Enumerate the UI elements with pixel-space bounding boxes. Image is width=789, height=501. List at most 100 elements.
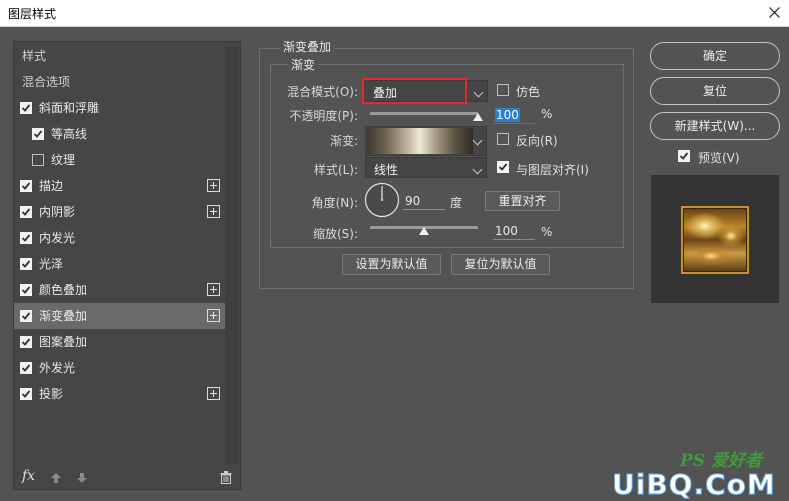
style-item-checkbox[interactable] — [32, 128, 44, 140]
style-item-checkbox[interactable] — [20, 336, 32, 348]
align-with-layer-checkbox[interactable] — [497, 161, 509, 173]
style-value: 线性 — [374, 163, 399, 177]
style-item-checkbox[interactable] — [20, 388, 32, 400]
style-item-checkbox[interactable] — [20, 310, 32, 322]
add-effect-icon[interactable] — [207, 309, 220, 322]
scale-input[interactable]: 100 — [493, 222, 535, 240]
move-up-icon[interactable] — [50, 472, 62, 484]
style-item-label: 外发光 — [39, 361, 76, 375]
preview-checkbox[interactable] — [678, 150, 690, 162]
list-bottom-toolbar: fx — [14, 466, 240, 488]
checkmark-icon — [21, 208, 31, 216]
reset-button[interactable]: 复位 — [650, 77, 780, 105]
checkmark-icon — [21, 104, 31, 112]
gradient-subgroup-title: 渐变 — [288, 56, 319, 73]
style-item-checkbox[interactable] — [20, 284, 32, 296]
style-item[interactable]: 纹理 — [14, 147, 225, 173]
checkmark-icon — [21, 286, 31, 294]
style-item-label: 渐变叠加 — [39, 309, 88, 323]
style-item-checkbox[interactable] — [20, 102, 32, 114]
style-item[interactable]: 斜面和浮雕 — [14, 95, 225, 121]
reset-default-button[interactable]: 复位为默认值 — [451, 254, 550, 275]
gradient-overlay-title: 渐变叠加 — [280, 38, 335, 55]
checkmark-icon — [21, 338, 31, 346]
ok-button[interactable]: 确定 — [650, 42, 780, 70]
checkmark-icon — [33, 130, 43, 138]
scale-value: 100 — [495, 224, 518, 238]
section-blend-label: 混合选项 — [22, 75, 71, 89]
new-style-button[interactable]: 新建样式(W)... — [650, 112, 780, 140]
style-item[interactable]: 内发光 — [14, 225, 225, 251]
opacity-slider-track[interactable] — [370, 112, 478, 115]
checkmark-icon — [21, 182, 31, 190]
style-item-label: 斜面和浮雕 — [39, 101, 100, 115]
style-item[interactable]: 内阴影 — [14, 199, 225, 225]
opacity-unit: % — [541, 107, 553, 121]
style-item-checkbox[interactable] — [32, 154, 44, 166]
angle-label: 角度(N): — [311, 196, 358, 210]
add-effect-icon[interactable] — [207, 387, 220, 400]
style-select[interactable]: 线性 — [365, 157, 487, 178]
opacity-value: 100 — [495, 108, 520, 122]
trash-icon[interactable] — [220, 471, 232, 484]
style-item[interactable]: 描边 — [14, 173, 225, 199]
preview-thumbnail — [681, 206, 749, 274]
close-button[interactable] — [760, 0, 789, 26]
watermark-bottom: UiBQ.CoM — [612, 468, 776, 501]
preview-label: 预览(V) — [698, 151, 740, 165]
style-label: 样式(L): — [313, 163, 358, 177]
section-styles-label: 样式 — [22, 49, 47, 63]
style-item-checkbox[interactable] — [20, 232, 32, 244]
opacity-label: 不透明度(P): — [289, 109, 358, 123]
dither-label: 仿色 — [516, 85, 541, 99]
reverse-checkbox[interactable] — [497, 133, 509, 145]
section-blending-options[interactable]: 混合选项 — [14, 69, 225, 95]
opacity-input[interactable]: 100 — [493, 106, 535, 124]
style-item-label: 颜色叠加 — [39, 283, 88, 297]
angle-dial[interactable] — [364, 182, 400, 218]
add-effect-icon[interactable] — [207, 205, 220, 218]
style-item-checkbox[interactable] — [20, 362, 32, 374]
style-item[interactable]: 颜色叠加 — [14, 277, 225, 303]
add-effect-icon[interactable] — [207, 283, 220, 296]
checkmark-icon — [21, 364, 31, 372]
style-item-checkbox[interactable] — [20, 180, 32, 192]
style-item[interactable]: 投影 — [14, 381, 225, 407]
scale-label: 缩放(S): — [312, 227, 358, 241]
add-effect-icon[interactable] — [207, 179, 220, 192]
style-item-label: 等高线 — [51, 127, 88, 141]
style-item-label: 光泽 — [39, 257, 64, 271]
style-item-label: 投影 — [39, 387, 64, 401]
angle-value: 90 — [405, 194, 421, 208]
checkmark-icon — [21, 390, 31, 398]
gradient-picker[interactable] — [365, 126, 487, 156]
gradient-preview-swatch[interactable] — [367, 128, 473, 154]
checkmark-icon — [498, 163, 508, 171]
set-default-button[interactable]: 设置为默认值 — [342, 254, 441, 275]
style-item[interactable]: 渐变叠加 — [14, 303, 225, 329]
blend-mode-label: 混合模式(O): — [287, 85, 358, 99]
style-item[interactable]: 图案叠加 — [14, 329, 225, 355]
style-item[interactable]: 外发光 — [14, 355, 225, 381]
style-item-checkbox[interactable] — [20, 206, 32, 218]
reset-alignment-button[interactable]: 重置对齐 — [485, 191, 560, 211]
move-down-icon[interactable] — [76, 472, 88, 484]
style-item-label: 内发光 — [39, 231, 76, 245]
dither-checkbox[interactable] — [497, 84, 509, 96]
style-item-label: 图案叠加 — [39, 335, 88, 349]
style-item[interactable]: 光泽 — [14, 251, 225, 277]
style-item[interactable]: 等高线 — [14, 121, 225, 147]
reverse-label: 反向(R) — [516, 134, 558, 148]
fx-menu-button[interactable]: fx — [22, 468, 35, 484]
style-item-label: 内阴影 — [39, 205, 76, 219]
section-styles[interactable]: 样式 — [14, 43, 225, 69]
style-item-checkbox[interactable] — [20, 258, 32, 270]
scale-slider-thumb[interactable] — [419, 227, 429, 235]
highlight-box — [362, 78, 467, 104]
angle-unit: 度 — [450, 196, 463, 210]
checkmark-icon — [21, 312, 31, 320]
styles-list-scrollbar[interactable] — [225, 47, 239, 464]
scale-unit: % — [541, 225, 553, 239]
angle-input[interactable]: 90 — [403, 192, 445, 210]
opacity-slider-thumb[interactable] — [473, 113, 483, 121]
